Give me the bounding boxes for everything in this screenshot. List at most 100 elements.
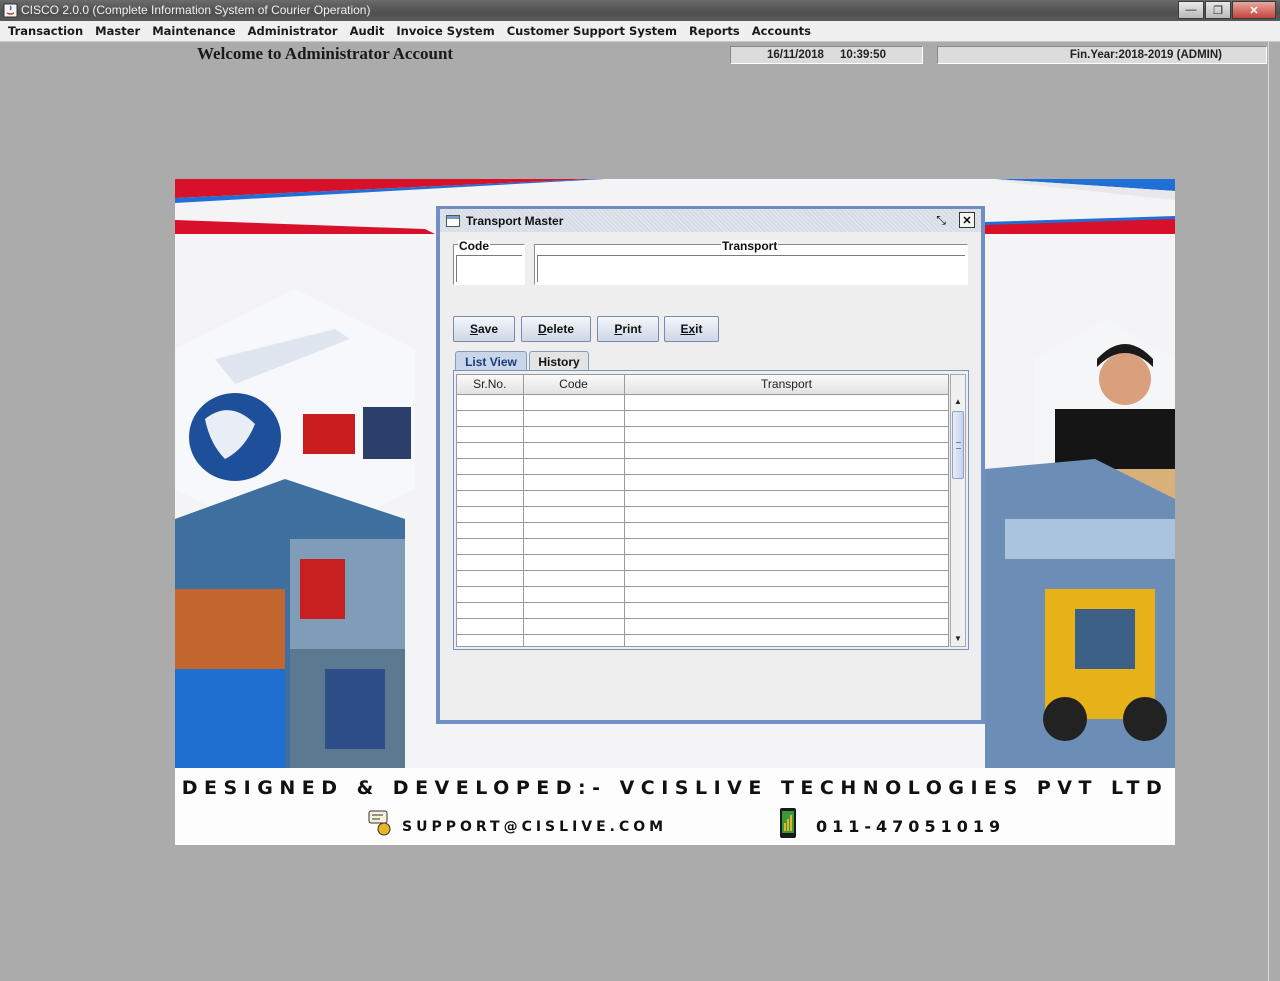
table-row[interactable]: [457, 602, 948, 619]
table-row[interactable]: [457, 538, 948, 555]
cell-transport[interactable]: [624, 602, 948, 619]
menu-transaction[interactable]: Transaction: [2, 24, 89, 38]
close-button[interactable]: ✕: [1232, 1, 1276, 19]
scrollbar-thumb[interactable]: [952, 411, 964, 479]
table-row[interactable]: [457, 410, 948, 427]
delete-button[interactable]: Delete: [521, 316, 591, 342]
cell-code[interactable]: [523, 522, 625, 539]
table-vertical-scrollbar[interactable]: ▲ ▼: [950, 374, 966, 647]
cell-code[interactable]: [523, 458, 625, 475]
cell-srno[interactable]: [457, 538, 524, 555]
cell-srno[interactable]: [457, 426, 524, 443]
cell-transport[interactable]: [624, 490, 948, 507]
cell-code[interactable]: [523, 442, 625, 459]
cell-transport[interactable]: [624, 586, 948, 603]
cell-srno[interactable]: [457, 522, 524, 539]
minimize-button[interactable]: —: [1178, 1, 1204, 19]
cell-code[interactable]: [523, 618, 625, 635]
cell-code[interactable]: [523, 570, 625, 587]
cell-srno[interactable]: [457, 570, 524, 587]
cell-code[interactable]: [523, 426, 625, 443]
cell-code[interactable]: [523, 602, 625, 619]
menu-maintenance[interactable]: Maintenance: [146, 24, 241, 38]
cell-code[interactable]: [523, 586, 625, 603]
cell-transport[interactable]: [624, 426, 948, 443]
transport-master-title: Transport Master: [466, 213, 564, 228]
menu-administrator[interactable]: Administrator: [242, 24, 344, 38]
menu-reports[interactable]: Reports: [683, 24, 746, 38]
tab-list-view[interactable]: List View: [455, 351, 527, 371]
column-header-code[interactable]: Code: [523, 375, 625, 395]
save-button[interactable]: Save: [453, 316, 515, 342]
cell-code[interactable]: [523, 474, 625, 491]
table-row[interactable]: [457, 458, 948, 475]
cell-code[interactable]: [523, 490, 625, 507]
cell-transport[interactable]: [624, 394, 948, 411]
cell-srno[interactable]: [457, 474, 524, 491]
tab-history[interactable]: History: [529, 351, 589, 371]
table-row[interactable]: [457, 442, 948, 459]
exit-button[interactable]: Ex it: [664, 316, 719, 342]
scroll-up-arrow-icon[interactable]: ▲: [951, 393, 965, 409]
cell-transport[interactable]: [624, 458, 948, 475]
cell-code[interactable]: [523, 634, 625, 646]
table-row[interactable]: [457, 506, 948, 523]
code-input[interactable]: [456, 255, 522, 282]
cell-srno[interactable]: [457, 458, 524, 475]
cell-transport[interactable]: [624, 522, 948, 539]
print-button[interactable]: Print: [597, 316, 659, 342]
support-email: SUPPORT@CISLIVE.COM: [402, 819, 668, 835]
column-header-srno[interactable]: Sr.No.: [457, 375, 524, 395]
exit-mnemonic: x: [688, 322, 696, 336]
table-row[interactable]: [457, 474, 948, 491]
menu-invoice-system[interactable]: Invoice System: [390, 24, 500, 38]
table-row[interactable]: [457, 394, 948, 411]
cell-srno[interactable]: [457, 634, 524, 646]
cell-transport[interactable]: [624, 474, 948, 491]
cell-srno[interactable]: [457, 602, 524, 619]
time-display: 10:39:50: [839, 49, 886, 61]
restore-button[interactable]: ❐: [1205, 1, 1231, 19]
cell-srno[interactable]: [457, 442, 524, 459]
cell-transport[interactable]: [624, 618, 948, 635]
table-row[interactable]: [457, 570, 948, 587]
table-row[interactable]: [457, 618, 948, 635]
cell-srno[interactable]: [457, 554, 524, 571]
menu-audit[interactable]: Audit: [344, 24, 391, 38]
cell-srno[interactable]: [457, 490, 524, 507]
cell-srno[interactable]: [457, 506, 524, 523]
cell-transport[interactable]: [624, 442, 948, 459]
transport-table: Sr.No. Code Transport: [456, 374, 949, 647]
cell-transport[interactable]: [624, 634, 948, 646]
frame-close-icon[interactable]: ✕: [959, 212, 975, 228]
column-header-transport[interactable]: Transport: [624, 375, 948, 395]
cell-srno[interactable]: [457, 394, 524, 411]
cell-transport[interactable]: [624, 410, 948, 427]
menu-master[interactable]: Master: [89, 24, 146, 38]
table-row[interactable]: [457, 586, 948, 603]
cell-transport[interactable]: [624, 570, 948, 587]
cell-srno[interactable]: [457, 618, 524, 635]
menu-accounts[interactable]: Accounts: [746, 24, 817, 38]
menu-customer-support-system[interactable]: Customer Support System: [501, 24, 683, 38]
cell-srno[interactable]: [457, 586, 524, 603]
table-row[interactable]: [457, 554, 948, 571]
cell-transport[interactable]: [624, 554, 948, 571]
cell-transport[interactable]: [624, 538, 948, 555]
cell-srno[interactable]: [457, 410, 524, 427]
frame-restore-icon[interactable]: ⤡: [933, 212, 949, 228]
table-row[interactable]: [457, 634, 948, 646]
cell-code[interactable]: [523, 394, 625, 411]
table-row[interactable]: [457, 426, 948, 443]
cell-transport[interactable]: [624, 506, 948, 523]
transport-master-titlebar[interactable]: Transport Master ⤡ ✕: [440, 209, 981, 232]
cell-code[interactable]: [523, 538, 625, 555]
window-icon: [446, 214, 460, 227]
cell-code[interactable]: [523, 554, 625, 571]
table-row[interactable]: [457, 522, 948, 539]
scroll-down-arrow-icon[interactable]: ▼: [951, 630, 965, 646]
table-row[interactable]: [457, 490, 948, 507]
cell-code[interactable]: [523, 410, 625, 427]
transport-input[interactable]: [537, 255, 965, 282]
cell-code[interactable]: [523, 506, 625, 523]
